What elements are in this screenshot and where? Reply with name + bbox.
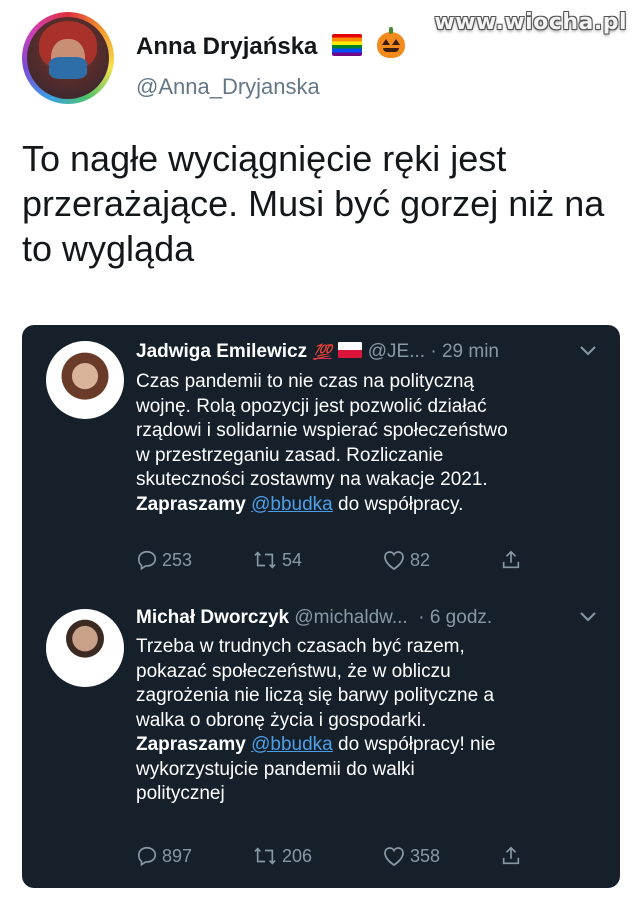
action-bar: 897 206 358 [136, 845, 566, 871]
embedded-time: · 29 min [430, 341, 499, 362]
text-line: Zapraszamy @bbudka do współpracy! nie [136, 733, 611, 758]
chevron-down-icon[interactable] [580, 609, 596, 627]
embedded-tweet[interactable]: Jadwiga Emilewicz 💯 @JE... · 29 min Czas p… [22, 325, 620, 605]
mention-link[interactable]: @bbudka [251, 734, 333, 755]
cta-text: Zapraszamy [136, 734, 246, 755]
avatar[interactable] [22, 12, 114, 104]
reply-button[interactable]: 253 [136, 549, 192, 571]
text-line: pokazać społeczeństwu, że w obliczu [136, 660, 451, 682]
share-button[interactable] [500, 845, 526, 867]
retweet-icon [254, 551, 276, 569]
embedded-author-name[interactable]: Michał Dworczyk [136, 607, 289, 628]
embedded-text: Czas pandemii to nie czas na polityczną … [136, 370, 611, 517]
chevron-down-icon[interactable] [580, 343, 596, 361]
author-name-line: Anna Dryjańska [136, 27, 405, 61]
like-button[interactable]: 358 [382, 845, 440, 867]
reply-icon [137, 846, 157, 867]
text-line: walka o obronę życia i gospodarki. [136, 709, 427, 731]
hundred-points-icon: 💯 [313, 344, 332, 361]
text-line: Zapraszamy @bbudka do współpracy. [136, 493, 611, 518]
reply-icon [137, 550, 157, 571]
heart-icon [384, 551, 404, 571]
like-button[interactable]: 82 [382, 549, 430, 571]
embedded-text: Trzeba w trudnych czasach być razem, pok… [136, 635, 611, 807]
embedded-tweet[interactable]: Michał Dworczyk @michaldw... · 6 godz. T… [22, 593, 620, 888]
poland-flag-icon [337, 342, 362, 358]
tweet-text: To nagłe wyciągnięcie ręki jest przeraża… [22, 138, 605, 269]
action-bar: 253 54 82 [136, 549, 566, 575]
reply-count: 897 [162, 845, 193, 866]
embedded-handle[interactable]: @michaldw... [294, 607, 407, 628]
retweet-button[interactable]: 54 [252, 549, 302, 571]
embedded-author-line: Jadwiga Emilewicz 💯 @JE... · 29 min [136, 341, 499, 363]
heart-icon [384, 847, 404, 867]
embedded-author-name[interactable]: Jadwiga Emilewicz [136, 341, 307, 362]
like-count: 358 [410, 845, 441, 866]
retweet-icon [254, 847, 276, 865]
text-line: rządowi i solidarnie wspierać społeczeńs… [136, 420, 508, 441]
share-icon [502, 550, 520, 569]
share-button[interactable] [500, 549, 526, 571]
retweet-count: 206 [282, 845, 313, 866]
text-line: wojnę. Rolą opozycji jest pozwolić dział… [136, 395, 487, 417]
text-line: Trzeba w trudnych czasach być razem, [136, 636, 465, 657]
avatar[interactable] [46, 341, 124, 419]
retweet-button[interactable]: 206 [252, 845, 312, 867]
cta-rest: do współpracy! nie [338, 734, 496, 755]
text-line: wykorzystujcie pandemii do walki [136, 758, 415, 780]
reply-button[interactable]: 897 [136, 845, 192, 867]
author-handle[interactable]: @Anna_Dryjanska [136, 74, 320, 100]
tweet-header: Anna Dryjańska @Anna_Dryjanska [22, 12, 622, 112]
text-line: zagrożenia nie liczą się barwy polityczn… [136, 685, 495, 706]
avatar-image [27, 17, 109, 99]
avatar[interactable] [46, 609, 124, 687]
embedded-author-line: Michał Dworczyk @michaldw... · 6 godz. [136, 607, 492, 629]
author-name[interactable]: Anna Dryjańska [136, 33, 317, 60]
text-line: skuteczności zostawmy na wakacje 2021. [136, 469, 488, 490]
embedded-handle[interactable]: @JE... [368, 341, 425, 362]
cta-rest: do współpracy. [338, 493, 464, 515]
embedded-time: · 6 godz. [418, 607, 493, 628]
mention-link[interactable]: @bbudka [251, 494, 333, 515]
retweet-count: 54 [282, 549, 303, 570]
quoted-tweets-card: Jadwiga Emilewicz 💯 @JE... · 29 min Czas p… [22, 325, 620, 888]
share-icon [502, 846, 520, 865]
pumpkin-icon [376, 27, 405, 58]
like-count: 82 [410, 549, 431, 570]
cta-text: Zapraszamy [136, 493, 246, 515]
text-line: w przestrzeganiu zasad. Rozliczanie [136, 444, 444, 466]
rainbow-flag-icon [332, 34, 363, 56]
reply-count: 253 [162, 549, 193, 570]
text-line: Czas pandemii to nie czas na polityczną [136, 371, 474, 392]
text-line: politycznej [136, 783, 225, 804]
